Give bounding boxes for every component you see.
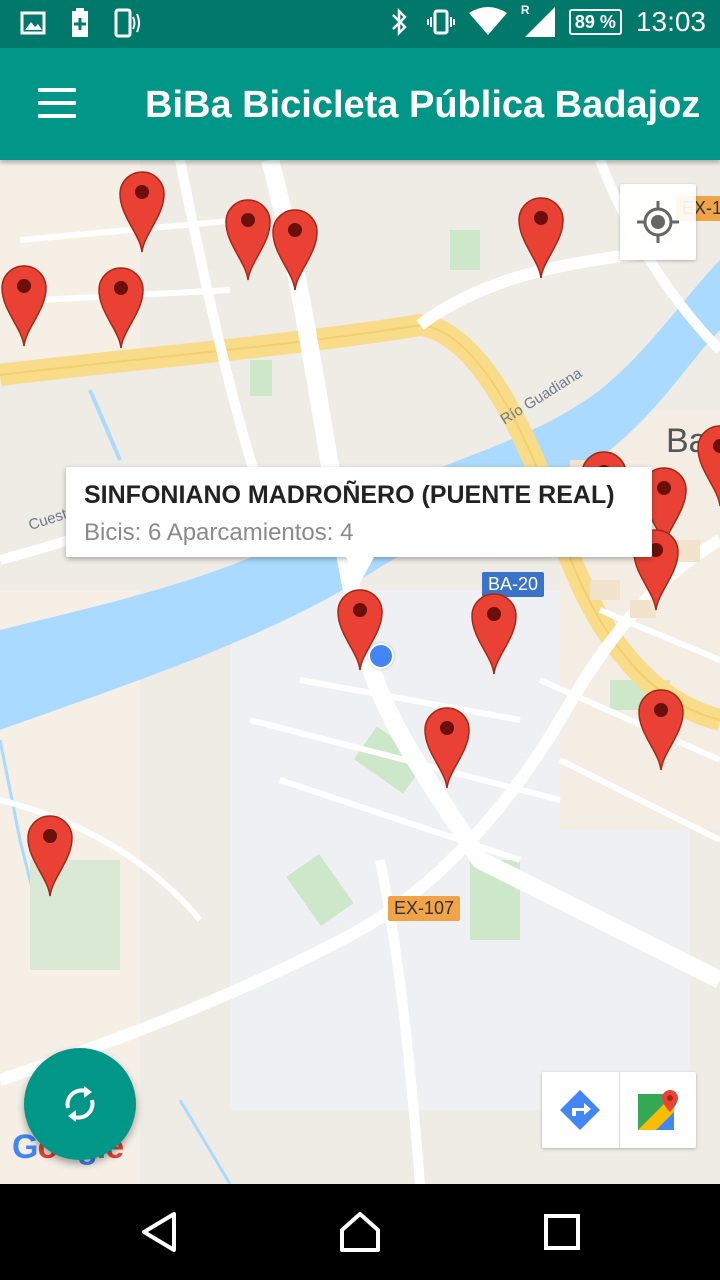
signal-indicator: R <box>521 3 555 37</box>
station-marker[interactable] <box>637 688 685 772</box>
marker-pin-icon <box>471 593 517 675</box>
marker-pin-icon <box>518 197 564 279</box>
station-info-window[interactable]: SINFONIANO MADROÑERO (PUENTE REAL) Bicis… <box>66 467 652 583</box>
recents-button[interactable] <box>538 1208 586 1256</box>
station-marker[interactable] <box>26 814 74 898</box>
phone-vibrate-icon <box>114 8 140 38</box>
station-marker[interactable] <box>118 170 166 254</box>
directions-button[interactable] <box>542 1072 619 1148</box>
marker-pin-icon <box>225 199 271 281</box>
app-bar: BiBa Bicicleta Pública Badajoz <box>0 48 720 160</box>
marker-pin-icon <box>697 425 720 507</box>
station-marker[interactable] <box>271 208 319 292</box>
road-badge-ex107: EX-107 <box>388 896 461 921</box>
map-view[interactable]: Río Guadiana Cuesta Ba BA-20 EX-107 EX-1… <box>0 160 720 1184</box>
marker-pin-icon <box>98 267 144 349</box>
station-marker[interactable] <box>423 706 471 790</box>
info-window-pointer <box>346 557 374 583</box>
app-title: BiBa Bicicleta Pública Badajoz <box>145 84 701 126</box>
refresh-icon <box>65 1086 95 1122</box>
refresh-button[interactable] <box>24 1048 136 1160</box>
marker-pin-icon <box>1 265 47 347</box>
open-in-maps-button[interactable] <box>618 1072 697 1148</box>
marker-pin-icon <box>119 171 165 253</box>
station-availability: Bicis: 6 Aparcamientos: 4 <box>84 519 354 546</box>
directions-icon <box>560 1090 601 1130</box>
recents-icon <box>544 1214 580 1250</box>
station-marker[interactable] <box>517 196 565 280</box>
status-bar: R 89 % 13:03 <box>0 0 720 48</box>
station-marker[interactable] <box>470 592 518 676</box>
google-maps-icon <box>637 1090 678 1130</box>
station-marker[interactable] <box>0 264 48 348</box>
home-icon <box>340 1212 380 1252</box>
vibrate-icon <box>426 9 455 35</box>
menu-icon[interactable] <box>38 88 76 120</box>
back-icon <box>142 1212 176 1252</box>
marker-pin-icon <box>272 209 318 291</box>
marker-pin-icon <box>424 707 470 789</box>
home-button[interactable] <box>336 1208 384 1256</box>
marker-pin-icon <box>638 689 684 771</box>
bluetooth-icon <box>392 7 407 37</box>
navigation-bar <box>0 1184 720 1280</box>
clock: 13:03 <box>635 6 706 37</box>
image-notification-icon <box>20 11 46 35</box>
signal-icon <box>524 7 555 37</box>
crosshair-icon <box>637 201 679 243</box>
my-location-dot <box>368 643 394 669</box>
battery-percent: 89 % <box>568 9 622 35</box>
station-marker[interactable] <box>224 198 272 282</box>
marker-pin-icon <box>27 815 73 897</box>
battery-saver-icon <box>72 8 88 37</box>
wifi-icon <box>468 7 507 35</box>
my-location-button[interactable] <box>620 184 696 260</box>
back-button[interactable] <box>136 1208 184 1256</box>
map-toolbar <box>542 1072 696 1148</box>
station-name: SINFONIANO MADROÑERO (PUENTE REAL) <box>84 481 615 509</box>
station-marker[interactable] <box>696 424 720 508</box>
station-marker[interactable] <box>97 266 145 350</box>
